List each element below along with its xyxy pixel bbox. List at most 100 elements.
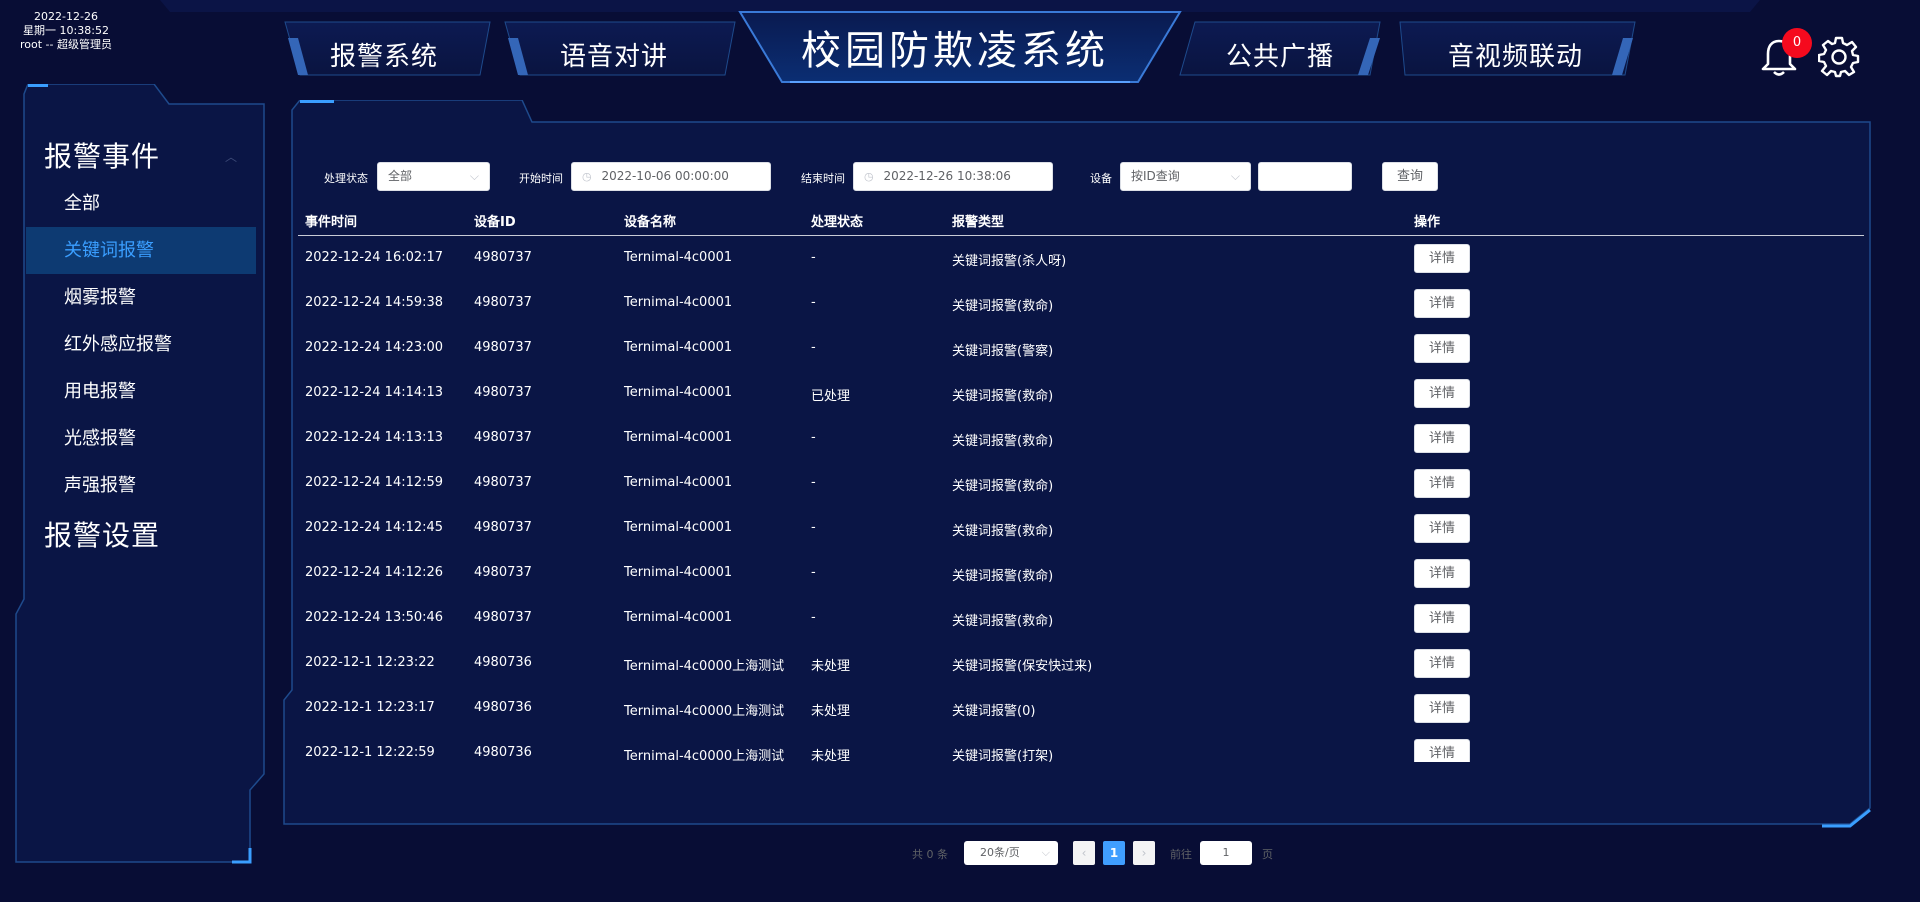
cell-device-id: 4980737 [474,430,532,445]
device-mode-select[interactable]: 按ID查询 ⌵ [1120,162,1251,191]
cell-status: - [811,610,816,625]
cell-device-id: 4980737 [474,565,532,580]
sidebar-item-keyword-alarm[interactable]: 关键词报警 [26,227,256,274]
gear-icon[interactable] [1818,36,1860,78]
sidebar-item-power-alarm[interactable]: 用电报警 [26,368,256,415]
detail-button[interactable]: 详情 [1414,244,1470,273]
device-id-input[interactable] [1258,162,1352,191]
start-time-picker[interactable]: ◷ 2022-10-06 00:00:00 [571,162,771,191]
current-date: 2022-12-26 [34,10,98,23]
table-row: 2022-12-24 14:13:13 4980737 Ternimal-4c000… [298,416,1864,461]
end-time-value: 2022-12-26 10:38:06 [883,169,1011,183]
cell-status: - [811,295,816,310]
detail-button[interactable]: 详情 [1414,469,1470,498]
cell-alarm-type: 关键词报警(警察) [952,344,1054,359]
chevron-down-icon: ⌵ [1230,169,1240,183]
current-user: root -- 超级管理员 [20,38,112,51]
cell-event-time: 2022-12-1 12:23:17 [305,700,435,715]
table-body: 2022-12-24 16:02:17 4980737 Ternimal-4c000… [298,236,1864,762]
chevron-down-icon: ⌵ [1041,846,1050,859]
sidebar-item-all[interactable]: 全部 [26,180,256,227]
detail-button[interactable]: 详情 [1414,739,1470,762]
end-time-picker[interactable]: ◷ 2022-12-26 10:38:06 [853,162,1053,191]
query-button[interactable]: 查询 [1382,162,1438,191]
detail-button[interactable]: 详情 [1414,334,1470,363]
detail-button[interactable]: 详情 [1414,559,1470,588]
tab-public-broadcast[interactable]: 公共广播 [1226,36,1334,73]
tab-voice-intercom[interactable]: 语音对讲 [560,36,668,73]
detail-button[interactable]: 详情 [1414,604,1470,633]
cell-device-name: Ternimal-4c0001 [624,610,733,625]
detail-button[interactable]: 详情 [1414,514,1470,543]
prev-page-button[interactable]: ‹ [1073,841,1095,865]
table-row: 2022-12-1 12:22:59 4980736 Ternimal-4c0000… [298,731,1864,762]
chevron-down-icon: ⌵ [469,169,479,183]
status-select[interactable]: 全部 ⌵ [377,162,490,191]
cell-status: 未处理 [811,659,851,674]
clock-icon: ◷ [582,170,592,183]
cell-status: 已处理 [811,389,851,404]
cell-device-id: 4980737 [474,250,532,265]
cell-event-time: 2022-12-24 14:23:00 [305,340,444,355]
cell-device-id: 4980737 [474,610,532,625]
table-row: 2022-12-24 14:12:59 4980737 Ternimal-4c000… [298,461,1864,506]
cell-event-time: 2022-12-1 12:22:59 [305,745,435,760]
tab-av-linkage[interactable]: 音视频联动 [1448,36,1583,73]
cell-event-time: 2022-12-24 14:12:45 [305,520,444,535]
status-filter-label: 处理状态 [324,172,368,185]
sidebar-item-infrared-alarm[interactable]: 红外感应报警 [26,321,256,368]
goto-page-input[interactable]: 1 [1200,841,1252,865]
device-mode-value: 按ID查询 [1131,169,1180,183]
current-weekday-time: 星期一 10:38:52 [23,24,109,37]
cell-event-time: 2022-12-24 16:02:17 [305,250,444,265]
detail-button[interactable]: 详情 [1414,289,1470,318]
clock-icon: ◷ [864,170,874,183]
cell-device-id: 4980737 [474,385,532,400]
cell-alarm-type: 关键词报警(救命) [952,389,1054,404]
cell-alarm-type: 关键词报警(救命) [952,569,1054,584]
page-size-select[interactable]: 20条/页 ⌵ [964,841,1058,865]
cell-device-name: Ternimal-4c0001 [624,475,733,490]
cell-device-id: 4980736 [474,745,532,760]
cell-device-name: Ternimal-4c0001 [624,520,733,535]
start-time-label: 开始时间 [519,172,563,185]
page-number-button[interactable]: 1 [1103,841,1125,865]
next-page-button[interactable]: › [1133,841,1155,865]
sidebar-item-sound-alarm[interactable]: 声强报警 [26,462,256,509]
cell-event-time: 2022-12-24 14:59:38 [305,295,444,310]
cell-alarm-type: 关键词报警(救命) [952,299,1054,314]
cell-device-name: Ternimal-4c0001 [624,430,733,445]
cell-alarm-type: 关键词报警(救命) [952,479,1054,494]
end-time-label: 结束时间 [801,172,845,185]
sidebar-item-light-alarm[interactable]: 光感报警 [26,415,256,462]
device-filter-label: 设备 [1090,172,1112,185]
table-header: 事件时间 设备ID 设备名称 处理状态 报警类型 操作 [298,206,1864,236]
detail-button[interactable]: 详情 [1414,649,1470,678]
table-row: 2022-12-24 14:14:13 4980737 Ternimal-4c000… [298,371,1864,416]
table-row: 2022-12-24 13:50:46 4980737 Ternimal-4c000… [298,596,1864,641]
cell-device-name: Ternimal-4c0001 [624,250,733,265]
table-row: 2022-12-24 14:12:45 4980737 Ternimal-4c000… [298,506,1864,551]
cell-alarm-type: 关键词报警(0) [952,704,1036,719]
sidebar-group-alarm-settings[interactable]: 报警设置 [26,513,256,559]
sidebar-group-alarm-events[interactable]: 报警事件 ︿ [26,134,256,180]
cell-status: 未处理 [811,749,851,762]
detail-button[interactable]: 详情 [1414,424,1470,453]
table-row: 2022-12-24 14:59:38 4980737 Ternimal-4c000… [298,281,1864,326]
goto-label: 前往 [1170,848,1192,861]
page-title: 校园防欺凌系统 [801,28,1109,74]
tab-alarm-system[interactable]: 报警系统 [330,36,438,73]
filter-bar: 处理状态 全部 ⌵ 开始时间 ◷ 2022-10-06 00:00:00 结束时… [300,162,1880,192]
cell-event-time: 2022-12-24 14:14:13 [305,385,444,400]
chevron-left-icon: ‹ [1081,846,1087,860]
detail-button[interactable]: 详情 [1414,694,1470,723]
cell-device-id: 4980737 [474,340,532,355]
detail-button[interactable]: 详情 [1414,379,1470,408]
cell-alarm-type: 关键词报警(救命) [952,524,1054,539]
cell-status: - [811,565,816,580]
cell-device-name: Ternimal-4c0001 [624,385,733,400]
cell-status: - [811,475,816,490]
sidebar-item-smoke-alarm[interactable]: 烟雾报警 [26,274,256,321]
column-header-status: 处理状态 [811,215,864,230]
table-row: 2022-12-24 14:12:26 4980737 Ternimal-4c000… [298,551,1864,596]
